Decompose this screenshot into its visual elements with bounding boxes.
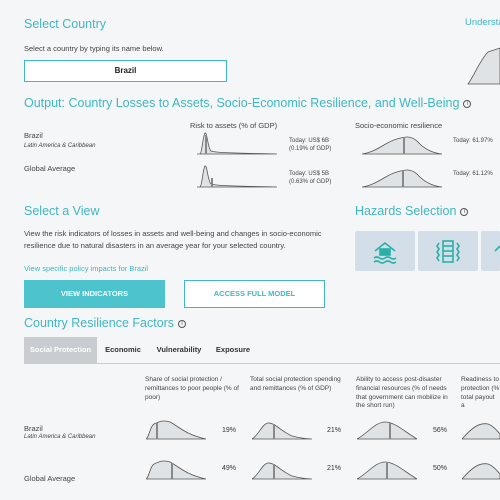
factor-distribution-chart <box>462 463 500 480</box>
risk-value-line1: Today: US$ 5B <box>289 171 330 177</box>
hazard-icon <box>494 245 500 252</box>
resilience-factors-title-text: Country Resilience Factors <box>24 316 175 330</box>
resilience-value: Today: 61.97% <box>453 138 493 144</box>
earthquake-icon <box>436 240 460 263</box>
view-indicators-button[interactable]: VIEW INDICATORS <box>24 280 165 308</box>
hazards-title-text: Hazards Selection <box>355 204 457 218</box>
column-header: Ability to access post-disaster financia… <box>356 376 448 410</box>
factor-row-name: Brazil <box>24 424 43 433</box>
risk-distribution-chart <box>197 132 277 155</box>
resilience-column-header: Socio-economic resilience <box>355 121 443 130</box>
column-header: Total social protection spending and rem… <box>250 376 341 392</box>
factor-value: 56% <box>433 427 448 434</box>
factor-value: 21% <box>327 465 342 472</box>
tab-social-protection[interactable]: Social Protection <box>24 337 97 363</box>
factor-distribution-chart <box>146 420 206 440</box>
resilience-value: Today: 61.12% <box>453 171 493 177</box>
understand-chart <box>467 47 500 85</box>
factor-distribution-chart <box>252 462 312 480</box>
info-icon[interactable]: i <box>463 99 472 108</box>
hazards-title: Hazards Selection i <box>355 204 469 218</box>
column-header: Share of social protection / remittances… <box>145 376 239 401</box>
resilience-distribution-chart <box>362 136 442 155</box>
access-full-model-button[interactable]: ACCESS FULL MODEL <box>184 280 325 308</box>
resilience-factors-title: Country Resilience Factors i <box>24 316 187 330</box>
info-icon[interactable]: i <box>460 207 469 216</box>
output-row-region: Latin America & Caribbean <box>24 143 96 149</box>
policy-impacts-link[interactable]: View specific policy impacts for Brazil <box>24 264 148 273</box>
risk-value-line1: Today: US$ 6B <box>289 138 330 144</box>
tab-vulnerability[interactable]: Vulnerability <box>149 337 209 363</box>
risk-value: Today: US$ 5B (0.63% of GDP) <box>289 171 331 187</box>
country-input[interactable]: Brazil <box>24 60 227 82</box>
output-title: Output: Country Losses to Assets, Socio-… <box>24 96 472 110</box>
tab-divider <box>24 363 500 364</box>
tab-exposure[interactable]: Exposure <box>209 337 257 363</box>
tab-economic[interactable]: Economic <box>97 337 149 363</box>
factor-distribution-chart <box>357 421 417 440</box>
output-title-text: Output: Country Losses to Assets, Socio-… <box>24 96 460 110</box>
risk-value-line2: (0.63% of GDP) <box>289 178 332 185</box>
understand-link[interactable]: Understa <box>465 17 500 28</box>
select-country-title: Select Country <box>24 17 106 31</box>
factor-value: 19% <box>222 427 237 434</box>
factor-row-region: Latin America & Caribbean <box>24 434 96 440</box>
risk-value: Today: US$ 6B (0.19% of GDP) <box>289 138 331 154</box>
risk-value-line2: (0.19% of GDP) <box>289 145 332 152</box>
output-row-name: Global Average <box>24 164 76 173</box>
risk-column-header: Risk to assets (% of GDP) <box>190 121 278 130</box>
factor-value: 21% <box>327 427 342 434</box>
factor-distribution-chart <box>146 460 206 480</box>
hazard-earthquake-button[interactable] <box>418 231 478 271</box>
select-view-title: Select a View <box>24 204 100 218</box>
factor-value: 50% <box>433 465 448 472</box>
resilience-distribution-chart <box>362 169 442 188</box>
factor-distribution-chart <box>357 461 417 480</box>
factor-distribution-chart <box>462 423 500 440</box>
select-view-description: View the risk indicators of losses in as… <box>24 229 322 250</box>
factor-distribution-chart <box>252 422 312 440</box>
flood-icon <box>373 241 397 264</box>
info-icon[interactable]: i <box>178 319 187 328</box>
hazard-third-button[interactable] <box>481 231 500 271</box>
select-country-help: Select a country by typing its name belo… <box>24 44 164 53</box>
output-row-name: Brazil <box>24 131 43 140</box>
column-header: Readiness to protection (% total payout … <box>461 376 500 410</box>
risk-distribution-chart <box>197 165 277 188</box>
hazard-flood-button[interactable] <box>355 231 415 271</box>
factor-value: 49% <box>222 465 237 472</box>
factor-row-name: Global Average <box>24 474 76 483</box>
